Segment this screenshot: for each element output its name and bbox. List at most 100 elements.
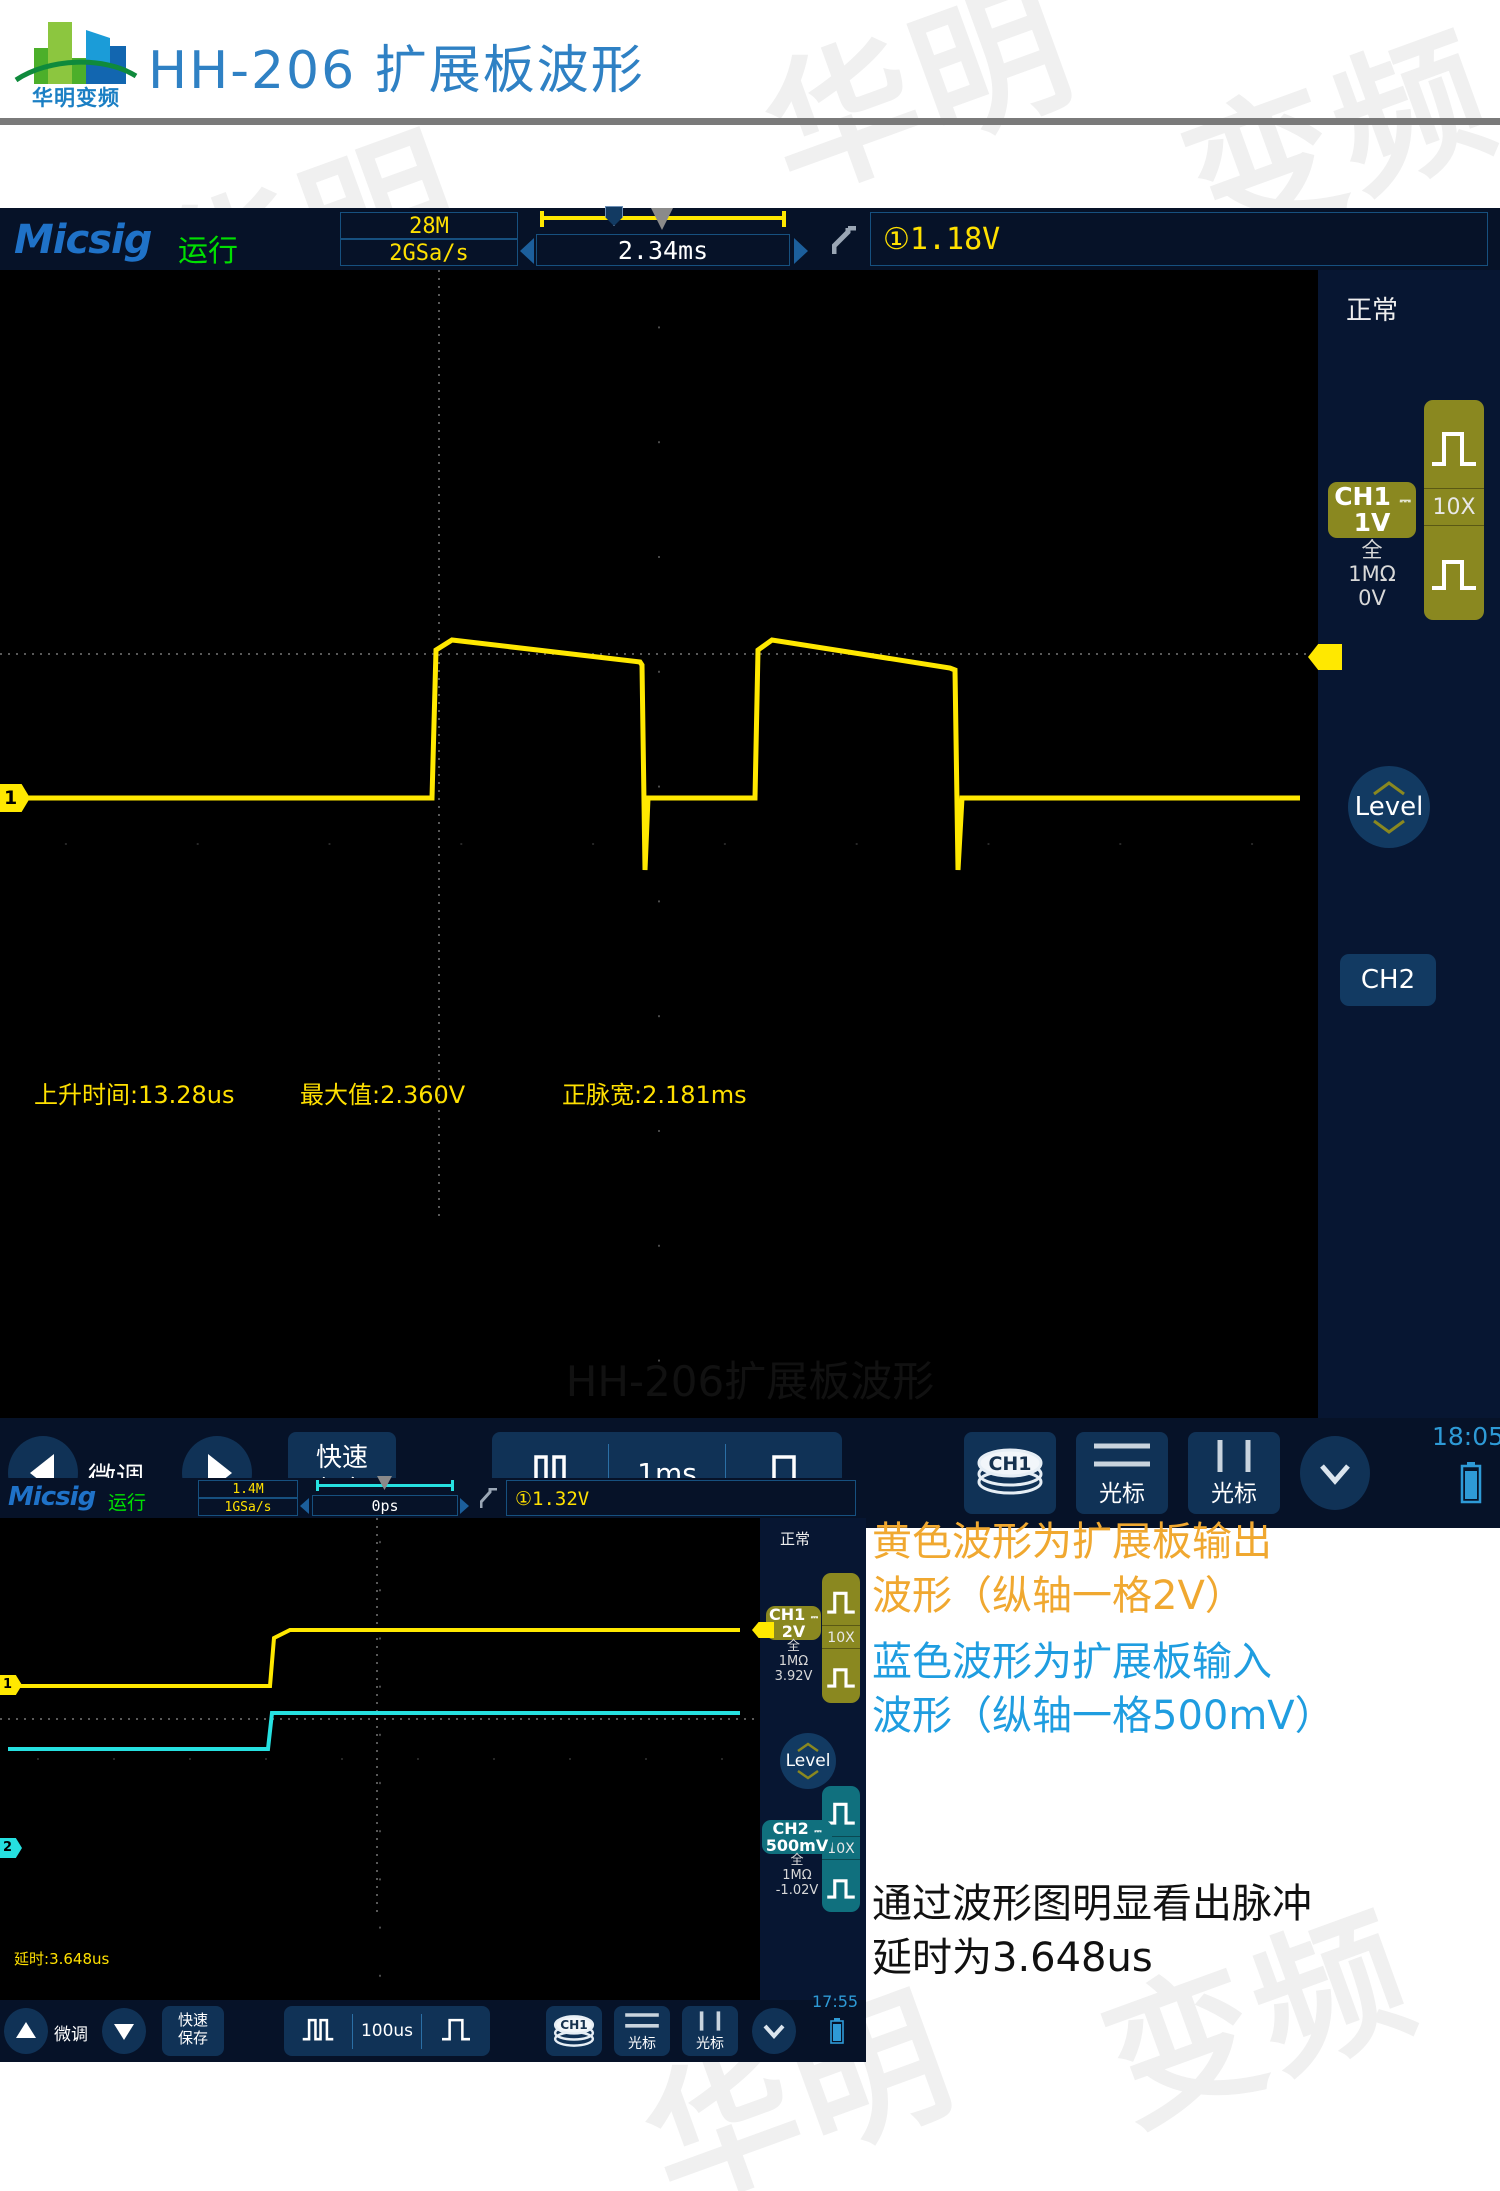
- scope1-ch1-scale: 1V: [1353, 508, 1391, 538]
- scope1-ch1-badge[interactable]: CH1 ⎓ 1V: [1328, 482, 1416, 538]
- scope1-channel-chip-button[interactable]: CH1: [964, 1432, 1056, 1514]
- scope2-cursor-v-button[interactable]: 光标: [682, 2006, 738, 2056]
- scope2-cursor-v-label: 光标: [696, 2036, 724, 2052]
- dc-coupling-icon: ⎓: [1399, 493, 1411, 509]
- scope2-memory-depth[interactable]: 1.4M: [198, 1480, 298, 1498]
- measure-value: 2.181ms: [642, 1081, 747, 1109]
- scope1-ch1-name: CH1: [1334, 482, 1391, 511]
- scope2-topbar: Micsig 运行 1.4M 1GSa/s 0ps ①1.32V: [0, 1476, 866, 1518]
- scope1-sample-rate[interactable]: 2GSa/s: [340, 239, 518, 266]
- note-yellow-line1: 黄色波形为扩展板输出: [872, 1519, 1272, 1565]
- scope2-timebase-zoomout-button[interactable]: [284, 2015, 352, 2047]
- scope2-ch1-coupling: 全: [786, 1639, 800, 1654]
- scope-1: Micsig 运行 28M 2GSa/s 2.34ms ①1.18V 1 上升时…: [0, 206, 1500, 1528]
- measure-label: 上升时间: [34, 1081, 130, 1109]
- scope1-run-state: 运行: [178, 234, 238, 269]
- scope2-channel-chip-button[interactable]: CH1: [546, 2006, 602, 2056]
- scope2-run-state: 运行: [108, 1492, 147, 1514]
- page-header: 华明变频 HH-206 扩展板波形: [0, 0, 1500, 128]
- scope1-ch2-label: CH2: [1360, 965, 1416, 995]
- scope2-ch1-trace: [8, 1628, 740, 1688]
- scope2-ch2-impedance: 1MΩ: [782, 1867, 812, 1883]
- svg-text:CH1: CH1: [560, 2018, 588, 2032]
- scope2-next-button[interactable]: [102, 2008, 146, 2054]
- scope1-ch1-sub: 全 1MΩ 0V: [1328, 538, 1416, 610]
- scope1-battery-icon: [1460, 1462, 1482, 1504]
- scope2-ch1-sub: 全 1MΩ 3.92V: [766, 1639, 821, 1685]
- scope2-timebase-value[interactable]: 100us: [353, 2021, 421, 2041]
- scope1-ch1-impedance: 1MΩ: [1348, 562, 1396, 587]
- probe-pulse-bottom-icon: [822, 1649, 860, 1701]
- scope1-scroll-left-icon[interactable]: [520, 238, 534, 264]
- scope1-ch1-probe-ratio: 10X: [1424, 488, 1484, 526]
- measure-value: 2.360V: [380, 1081, 466, 1109]
- scope1-waveform-grid[interactable]: 1 上升时间:13.28us 最大值:2.360V 正脉宽:2.181ms: [0, 270, 1318, 1418]
- scope1-trigger-slope-icon[interactable]: [831, 225, 858, 256]
- scope1-cursor-v-button[interactable]: 光标: [1188, 1432, 1280, 1514]
- header-divider: [0, 118, 1500, 125]
- scope1-trigger-mode: 正常: [1346, 296, 1399, 326]
- scope1-trigger-level-box[interactable]: ①1.18V: [870, 212, 1488, 266]
- scope2-prev-button[interactable]: [4, 2008, 48, 2054]
- quick-save-line1: 快速: [177, 2011, 208, 2029]
- logo-text: 华明变频: [32, 86, 120, 110]
- scope1-measure-max: 最大值:2.360V: [300, 1081, 466, 1109]
- scope2-sample-rate[interactable]: 1GSa/s: [198, 1498, 298, 1516]
- scope2-toolbar: 微调 快速 保存 100us CH1 光标 光标 17:55: [0, 1992, 866, 2062]
- scope2-more-button[interactable]: [752, 2008, 796, 2054]
- scope1-ch2-button[interactable]: CH2: [1340, 954, 1436, 1006]
- scope2-timebase-zoomin-button[interactable]: [422, 2015, 490, 2047]
- scope2-level-button[interactable]: Level: [780, 1733, 836, 1789]
- scope1-side-panel: 正常 10X CH1 ⎓ 1V 全 1MΩ 0V Level CH2: [1308, 270, 1500, 1418]
- scope1-ch1-coupling: 全: [1361, 538, 1383, 562]
- probe-pulse-top-icon: [822, 1573, 860, 1625]
- measure-label: 延时: [14, 1950, 45, 1968]
- scope1-memory-depth[interactable]: 28M: [340, 212, 518, 239]
- scope1-timebase-readout[interactable]: 2.34ms: [536, 234, 790, 266]
- scope1-measure-pulse-width: 正脉宽:2.181ms: [562, 1081, 747, 1109]
- quick-save-line1: 快速: [315, 1443, 368, 1473]
- scope2-scroll-left-icon[interactable]: [300, 1498, 309, 1514]
- scope2-cursor-h-button[interactable]: 光标: [614, 2006, 670, 2056]
- page-title: HH-206 扩展板波形: [148, 41, 645, 101]
- note-black-line2: 延时为3.648us: [872, 1935, 1153, 1981]
- scope2-trigger-level-box[interactable]: ①1.32V: [506, 1480, 856, 1516]
- scope2-trigger-level: 1.32V: [532, 1488, 590, 1510]
- poster-page: 华明 变频 华明 华明变频 变频 华明 华明变频 HH-206 扩展板波形 Mi…: [0, 0, 1500, 2191]
- scope2-ch2-badge[interactable]: CH2 ⎓ 500mV: [762, 1820, 832, 1854]
- scope2-waveforms: [8, 1628, 740, 1751]
- scope2-ch2-scale: 500mV: [765, 1835, 829, 1855]
- scope2-clock: 17:55: [812, 1992, 859, 2011]
- scope1-more-button[interactable]: [1300, 1436, 1370, 1510]
- scope2-brand: Micsig: [8, 1482, 96, 1512]
- scope2-ch1-offset: 3.92V: [774, 1668, 813, 1684]
- dc-coupling-icon: ⎓: [810, 1613, 819, 1623]
- scope1-topbar: Micsig 运行 28M 2GSa/s 2.34ms ①1.18V: [0, 206, 1500, 270]
- scope2-ch1-badge[interactable]: CH1 ⎓ 2V: [766, 1606, 821, 1640]
- scope2-ch2-sub: 全 1MΩ -1.02V: [762, 1853, 832, 1899]
- scope2-timebase-readout[interactable]: 0ps: [312, 1495, 458, 1516]
- scope2-quick-save-button[interactable]: 快速 保存: [162, 2006, 224, 2056]
- scope1-ch1-probe[interactable]: 10X: [1424, 400, 1484, 620]
- note-black-line1: 通过波形图明显看出脉冲: [872, 1881, 1312, 1927]
- scope2-waveform-grid[interactable]: 1 2 延时:3.648us: [0, 1518, 760, 2000]
- scope1-ch1-offset: 0V: [1358, 586, 1386, 611]
- scope2-ch2-offset: -1.02V: [775, 1882, 819, 1898]
- scope1-trigger-source: ①: [883, 222, 910, 257]
- scope1-cursor-h-label: 光标: [1099, 1481, 1145, 1507]
- note-blue-line1: 蓝色波形为扩展板输入: [872, 1639, 1272, 1685]
- scope2-scroll-right-icon[interactable]: [460, 1498, 469, 1514]
- scope2-battery-icon: [830, 2018, 844, 2044]
- probe-pulse-bottom-icon: [1424, 526, 1484, 616]
- scope2-ch1-impedance: 1MΩ: [778, 1653, 809, 1669]
- scope2-trigger-slope-icon[interactable]: [479, 1487, 498, 1510]
- scope-2: Micsig 运行 1.4M 1GSa/s 0ps ①1.32V 1 2 延时:…: [0, 1476, 866, 2062]
- scope1-cursor-h-button[interactable]: 光标: [1076, 1432, 1168, 1514]
- scope2-side-panel: 正常 10X CH1 ⎓ 2V 全 1MΩ 3.92V Level 10X CH…: [752, 1518, 866, 2000]
- scope2-ch1-probe[interactable]: 10X: [822, 1573, 860, 1703]
- scope2-ch2-trace: [8, 1711, 740, 1751]
- scope1-scroll-right-icon[interactable]: [794, 238, 808, 264]
- scope2-measure-delay: 延时:3.648us: [14, 1950, 110, 1968]
- scope2-level-label: Level: [785, 1751, 831, 1771]
- scope1-level-button[interactable]: Level: [1348, 766, 1430, 848]
